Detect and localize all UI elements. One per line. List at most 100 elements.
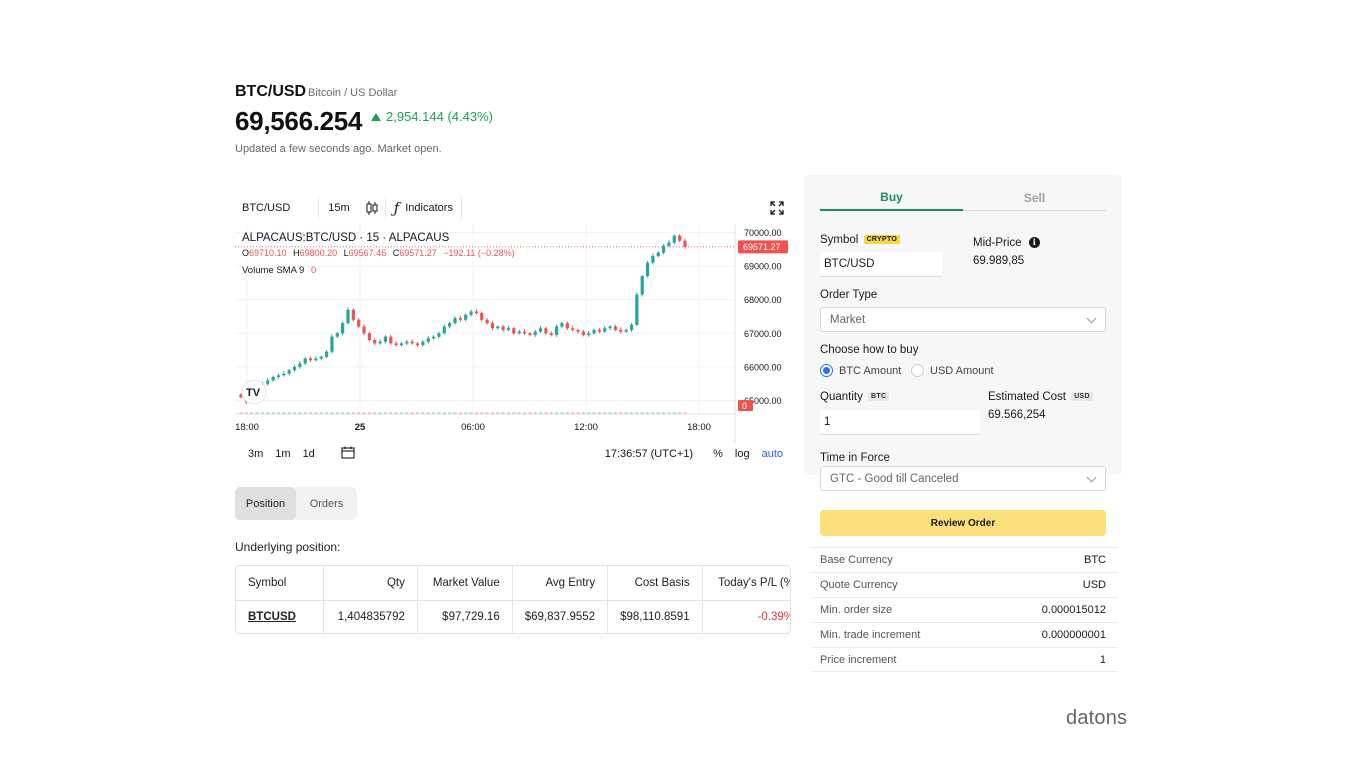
fullscreen-icon[interactable] — [769, 200, 785, 216]
position-symbol-link[interactable]: BTCUSD — [236, 600, 324, 633]
usd-amount-option[interactable]: USD Amount — [911, 364, 994, 377]
price-tick-label: 70000.00 — [744, 228, 782, 238]
candle-body — [490, 323, 495, 329]
candle-body — [528, 333, 532, 335]
time-in-force-select[interactable]: GTC - Good till Canceled — [820, 466, 1106, 491]
market-status: Updated a few seconds ago. Market open. — [235, 143, 442, 155]
candle-body — [587, 333, 591, 335]
list-item: Base Currency BTC — [812, 547, 1118, 572]
goto-date-icon[interactable] — [321, 446, 361, 462]
position-todays-pl: -0.39% — [757, 611, 791, 624]
list-item: Min. order size 0.000015012 — [812, 597, 1118, 622]
candle-body — [501, 326, 505, 330]
chart-clock[interactable]: 17:36:57 (UTC+1) — [599, 448, 707, 460]
estimated-cost-label-text: Estimated Cost — [988, 391, 1066, 403]
usd-amount-label: USD Amount — [930, 364, 994, 377]
column-header-avg-entry[interactable]: Avg Entry — [512, 566, 609, 601]
candle-body — [330, 336, 334, 352]
log-scale-button[interactable]: log — [729, 448, 756, 460]
candle-body — [517, 331, 521, 334]
candle-body — [592, 329, 596, 334]
mid-price-value: 69.989,85 — [973, 255, 1025, 267]
mid-price-label-text: Mid-Price — [973, 237, 1022, 249]
tab-sell[interactable]: Sell — [963, 185, 1106, 211]
choose-how-label: Choose how to buy — [820, 344, 919, 356]
candle-body — [298, 363, 302, 367]
tab-position[interactable]: Position — [235, 487, 296, 520]
symbol-input[interactable]: BTC/USD — [820, 252, 942, 277]
chart-symbol-button[interactable]: BTC/USD — [235, 192, 318, 224]
candle-body — [635, 294, 639, 325]
candle-body — [496, 326, 500, 329]
price-chart[interactable]: BTC/USD 15m ƒ Indicators 70000.00 69000.… — [235, 192, 791, 470]
tradingview-logo[interactable]: TV — [241, 379, 267, 405]
range-1d-button[interactable]: 1d — [297, 448, 321, 460]
info-key: Price increment — [820, 653, 897, 666]
symbol-input-value: BTC/USD — [824, 258, 875, 270]
position-orders-tabs: Position Orders — [235, 487, 357, 520]
info-value: 0.000000001 — [1041, 629, 1106, 641]
candle-body — [351, 309, 355, 320]
interval-label: 15m — [328, 202, 350, 214]
candle-body — [394, 343, 398, 346]
candle-body — [656, 252, 660, 256]
candle-body — [555, 326, 559, 335]
arrow-up-icon — [371, 112, 381, 121]
table-row[interactable]: BTCUSD 1,404835792 $97,729.16 $69,837.95… — [236, 600, 791, 633]
candle-body — [437, 333, 441, 337]
estimated-cost-value: 69.566,254 — [988, 409, 1046, 421]
candle-body — [287, 370, 291, 374]
candle-body — [335, 333, 339, 337]
btc-amount-radio[interactable] — [820, 364, 833, 377]
symbol-field-label: Symbol CRYPTO — [820, 234, 901, 246]
candlestick-chart[interactable]: 70000.00 69000.00 68000.00 67000.00 66000.00… — [235, 224, 791, 442]
percent-scale-button[interactable]: % — [707, 448, 729, 460]
auto-scale-button[interactable]: auto — [756, 448, 791, 460]
column-header-cost-basis[interactable]: Cost Basis — [607, 566, 703, 601]
position-market-value: $97,729.16 — [417, 600, 513, 633]
usd-amount-radio[interactable] — [911, 364, 924, 377]
underlying-position-label: Underlying position: — [235, 540, 341, 554]
tab-orders[interactable]: Orders — [296, 487, 357, 520]
candle-body — [678, 235, 682, 241]
candle-body — [405, 341, 409, 344]
review-order-button[interactable]: Review Order — [820, 510, 1106, 536]
usd-badge: USD — [1071, 392, 1093, 402]
crypto-badge: CRYPTO — [863, 235, 901, 245]
candle-body — [597, 329, 602, 332]
candle-body — [453, 318, 457, 324]
time-tick-label: 18:00 — [687, 422, 711, 433]
tab-buy[interactable]: Buy — [820, 185, 963, 211]
candles-icon — [366, 201, 378, 215]
last-price-tag-text: 69571.27 — [743, 242, 781, 252]
range-1m-button[interactable]: 1m — [269, 448, 296, 460]
candle-body — [629, 324, 634, 330]
interval-button[interactable]: 15m — [319, 192, 358, 224]
column-header-qty[interactable]: Qty — [323, 566, 418, 601]
list-item: Min. trade increment 0.000000001 — [812, 622, 1118, 647]
indicators-label: Indicators — [405, 202, 453, 214]
column-header-todays-pl[interactable]: Today's P/L (% — [702, 566, 790, 601]
candle-body — [362, 326, 366, 334]
info-icon[interactable]: i — [1028, 237, 1040, 249]
range-3m-button[interactable]: 3m — [235, 448, 269, 460]
chart-legend-title: ALPACAUS:BTC/USD · 15 · ALPACAUS — [242, 232, 450, 244]
time-in-force-label: Time in Force — [820, 452, 890, 464]
volume-tag-text: 0 — [742, 401, 747, 411]
info-key: Base Currency — [820, 554, 893, 566]
volume-legend: Volume SMA 9 0 — [242, 265, 316, 276]
candle-body — [538, 328, 543, 332]
quantity-input[interactable]: 1 — [820, 410, 980, 435]
indicators-button[interactable]: ƒ Indicators — [386, 192, 461, 224]
candle-body — [469, 311, 473, 315]
info-key: Min. trade increment — [820, 629, 921, 641]
chart-type-button[interactable] — [359, 192, 385, 224]
price-change: 2,954.144 (4.43%) — [371, 109, 493, 124]
column-header-market-value[interactable]: Market Value — [417, 566, 513, 601]
btc-amount-option[interactable]: BTC Amount — [820, 364, 901, 377]
column-header-symbol[interactable]: Symbol — [236, 566, 324, 601]
order-type-select[interactable]: Market — [820, 307, 1106, 332]
price-change-value: 2,954.144 (4.43%) — [386, 109, 493, 124]
candle-body — [485, 319, 489, 324]
mid-price-label: Mid-Price i — [973, 237, 1040, 249]
